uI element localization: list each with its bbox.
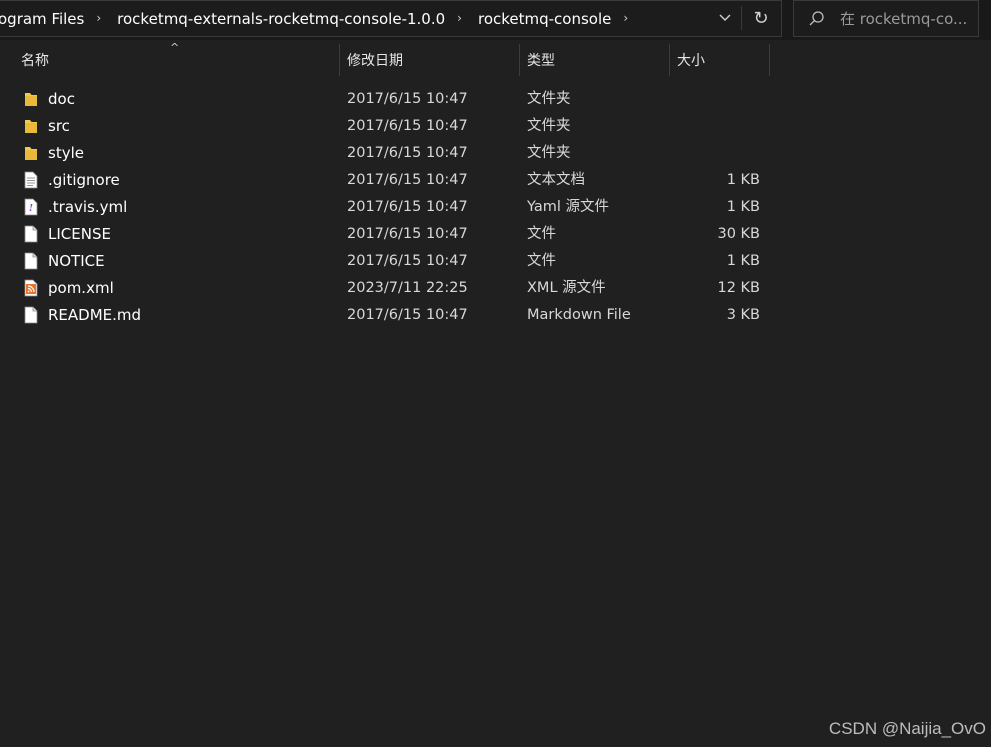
address-bar[interactable]: ogram Files › rocketmq-externals-rocketm…: [0, 0, 782, 37]
column-divider[interactable]: [769, 44, 770, 76]
file-date: 2017/6/15 10:47: [347, 199, 468, 215]
file-name: src: [48, 117, 70, 135]
column-divider[interactable]: [339, 44, 340, 76]
file-row-src[interactable]: src 2017/6/15 10:47 文件夹: [18, 113, 773, 140]
xml-file-icon: [24, 279, 38, 297]
column-header-name[interactable]: 名称: [21, 44, 49, 76]
file-date: 2017/6/15 10:47: [347, 118, 468, 134]
file-row-license[interactable]: LICENSE 2017/6/15 10:47 文件 30 KB: [18, 221, 773, 248]
file-name: .travis.yml: [48, 198, 128, 216]
toolbar: ogram Files › rocketmq-externals-rocketm…: [0, 0, 991, 40]
breadcrumb-item-program-files[interactable]: ogram Files: [0, 10, 84, 28]
search-box[interactable]: 在 rocketmq-co...: [793, 0, 979, 37]
file-type: 文件夹: [527, 118, 571, 134]
file-name: doc: [48, 90, 75, 108]
file-icon: [24, 225, 38, 243]
file-name: README.md: [48, 306, 142, 324]
file-size: 3 KB: [726, 307, 760, 323]
file-row-style[interactable]: style 2017/6/15 10:47 文件夹: [18, 140, 773, 167]
file-size: 1 KB: [726, 199, 760, 215]
file-size: 12 KB: [717, 280, 760, 296]
folder-icon: [25, 93, 37, 106]
chevron-right-icon[interactable]: ›: [445, 11, 474, 25]
file-icon: [24, 252, 38, 270]
folder-icon: [25, 120, 37, 133]
column-header: ^ 名称 修改日期 类型 大小: [0, 41, 991, 78]
file-type: 文件: [527, 253, 556, 269]
file-name: LICENSE: [48, 225, 111, 243]
chevron-down-icon: [719, 14, 731, 21]
file-row-pom[interactable]: pom.xml 2023/7/11 22:25 XML 源文件 12 KB: [18, 275, 773, 302]
file-name: NOTICE: [48, 252, 105, 270]
breadcrumb-item-rocketmq-console[interactable]: rocketmq-console: [474, 10, 611, 28]
file-size: 1 KB: [726, 253, 760, 269]
file-type: 文件夹: [527, 91, 571, 107]
file-type: Yaml 源文件: [527, 199, 610, 215]
text-file-icon: [24, 171, 38, 189]
file-date: 2017/6/15 10:47: [347, 307, 468, 323]
search-placeholder[interactable]: 在 rocketmq-co...: [840, 8, 967, 29]
file-name: .gitignore: [48, 171, 120, 189]
file-row-travis[interactable]: ! .travis.yml 2017/6/15 10:47 Yaml 源文件 1…: [18, 194, 773, 221]
file-row-notice[interactable]: NOTICE 2017/6/15 10:47 文件 1 KB: [18, 248, 773, 275]
column-header-size[interactable]: 大小: [677, 44, 705, 76]
file-date: 2023/7/11 22:25: [347, 280, 468, 296]
watermark-text: CSDN @Naijia_OvO: [828, 719, 986, 738]
history-dropdown-button[interactable]: [709, 0, 741, 36]
file-name: pom.xml: [48, 279, 114, 297]
refresh-button[interactable]: ↻: [745, 0, 777, 36]
file-date: 2017/6/15 10:47: [347, 253, 468, 269]
column-header-type[interactable]: 类型: [527, 44, 555, 76]
folder-icon: [25, 147, 37, 160]
chevron-right-icon[interactable]: ›: [84, 11, 113, 25]
file-row-readme[interactable]: README.md 2017/6/15 10:47 Markdown File …: [18, 302, 773, 329]
chevron-right-icon[interactable]: ›: [611, 11, 640, 25]
file-size: 1 KB: [726, 172, 760, 188]
file-date: 2017/6/15 10:47: [347, 145, 468, 161]
file-date: 2017/6/15 10:47: [347, 91, 468, 107]
file-size: 30 KB: [717, 226, 760, 242]
file-name: style: [48, 144, 84, 162]
column-divider[interactable]: [519, 44, 520, 76]
file-type: 文件夹: [527, 145, 571, 161]
search-icon: [809, 10, 824, 25]
column-divider[interactable]: [669, 44, 670, 76]
file-row-gitignore[interactable]: .gitignore 2017/6/15 10:47 文本文档 1 KB: [18, 167, 773, 194]
column-header-date[interactable]: 修改日期: [347, 44, 403, 76]
file-icon: [24, 306, 38, 324]
svg-text:!: !: [29, 204, 33, 214]
file-type: 文件: [527, 226, 556, 242]
file-type: XML 源文件: [527, 280, 606, 296]
refresh-icon: ↻: [753, 7, 769, 29]
file-type: 文本文档: [527, 172, 585, 188]
address-divider: [741, 6, 742, 30]
sort-ascending-icon: ^: [170, 41, 180, 54]
file-date: 2017/6/15 10:47: [347, 226, 468, 242]
breadcrumb-item-rocketmq-externals[interactable]: rocketmq-externals-rocketmq-console-1.0.…: [113, 10, 445, 28]
file-type: Markdown File: [527, 307, 631, 323]
yaml-file-icon: !: [24, 198, 38, 216]
file-row-doc[interactable]: doc 2017/6/15 10:47 文件夹: [18, 86, 773, 113]
file-date: 2017/6/15 10:47: [347, 172, 468, 188]
